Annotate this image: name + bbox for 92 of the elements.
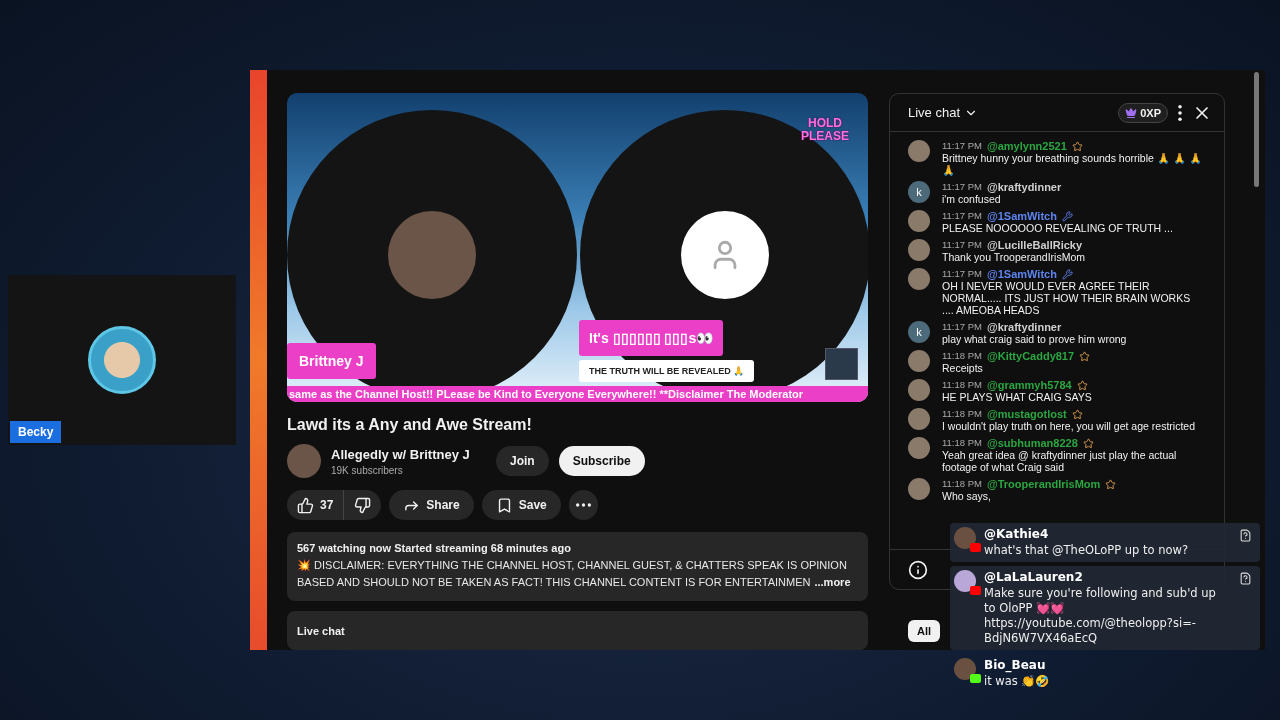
platform-badge-icon xyxy=(970,586,981,595)
message-time: 11:18 PM xyxy=(942,478,982,490)
host-name-tag: Brittney J xyxy=(287,343,376,379)
message-author[interactable]: @1SamWitch xyxy=(986,210,1057,222)
user-avatar xyxy=(908,437,930,459)
overlay-author: Bio_Beau xyxy=(984,658,1047,672)
message-time: 11:18 PM xyxy=(942,437,982,449)
thumbs-up-icon xyxy=(297,496,314,514)
message-time: 11:17 PM xyxy=(942,140,982,152)
question-icon[interactable] xyxy=(1239,572,1252,585)
user-avatar xyxy=(908,408,930,430)
message-time: 11:17 PM xyxy=(942,268,982,280)
message-text: Thank you TrooperandIrisMom xyxy=(942,251,1086,263)
wrench-icon xyxy=(1061,210,1073,222)
video-title: Lawd its a Any and Awe Stream! xyxy=(287,416,533,435)
message-time: 11:18 PM xyxy=(942,408,982,420)
description-text: 💥 DISCLAIMER: EVERYTHING THE CHANNEL HOST, CHANNEL GUEST, & CHATTERS SPEAK IS OPINION BASED AND SHOULD NOT BE TAKEN AS FACT! THIS CHANNEL CONTENT IS FOR ENTERTAINMEN ...more xyxy=(297,558,852,591)
save-button[interactable]: Save xyxy=(481,490,561,521)
message-time: 11:17 PM xyxy=(942,210,982,222)
channel-name[interactable]: Allegedly w/ Brittney J xyxy=(331,446,486,462)
caption-tag: THE TRUTH WILL BE REVEALED 🙏 xyxy=(579,360,755,382)
message-text: Brittney hunny your breathing sounds horrible 🙏 🙏 🙏 🙏 xyxy=(942,152,1203,176)
menu-button[interactable] xyxy=(1178,104,1182,121)
user-avatar: k xyxy=(908,181,930,203)
message-text: OH I NEVER WOULD EVER AGREE THEIR NORMAL..... ITS JUST HOW THEIR BRAIN WORKS .... AMEOBA HEADS xyxy=(942,280,1192,316)
wrench-icon xyxy=(1061,268,1073,280)
news-ticker: same as the Channel Host!! PLease be Kind to Everyone Everywhere!! **Disclaimer The Moderator xyxy=(287,386,868,403)
message-author[interactable]: @grammyh5784 xyxy=(986,379,1072,391)
message-author[interactable]: @subhuman8228 xyxy=(986,437,1078,449)
scrollbar[interactable] xyxy=(1254,72,1259,187)
user-avatar xyxy=(908,210,930,232)
share-button[interactable]: Share xyxy=(389,490,474,521)
message-author[interactable]: @TrooperandIrisMom xyxy=(986,478,1101,490)
message-author[interactable]: @1SamWitch xyxy=(986,268,1057,280)
participant-name: Becky xyxy=(10,421,62,443)
crown-icon xyxy=(1125,106,1138,119)
more-button[interactable] xyxy=(568,490,598,521)
message-time: 11:17 PM xyxy=(942,321,982,333)
user-avatar: k xyxy=(908,321,930,343)
message-text: HE PLAYS WHAT CRAIG SAYS xyxy=(942,391,1093,403)
platform-badge-icon xyxy=(970,543,981,552)
user-avatar xyxy=(908,379,930,401)
message-time: 11:17 PM xyxy=(942,239,982,251)
message-time: 11:17 PM xyxy=(942,181,982,193)
message-time: 11:18 PM xyxy=(942,379,982,391)
user-avatar xyxy=(908,350,930,372)
message-text: play what craig said to prove him wrong xyxy=(942,333,1128,345)
logo-thumbnail xyxy=(825,348,858,381)
platform-badge-icon xyxy=(970,674,981,683)
join-button[interactable]: Join xyxy=(496,446,549,477)
hold-text: HOLD PLEASE xyxy=(800,117,850,143)
overlay-author: @LaLaLauren2 xyxy=(984,570,1084,584)
thumbs-down-icon xyxy=(354,496,372,514)
message-text: PLEASE NOOOOOO REVEALING OF TRUTH ... xyxy=(942,222,1174,234)
more-link[interactable]: ...more xyxy=(814,576,851,589)
more-icon xyxy=(575,503,591,508)
message-author[interactable]: @amylynn2521 xyxy=(986,140,1067,152)
user-avatar xyxy=(908,140,930,162)
user-avatar xyxy=(908,478,930,500)
subscribe-button[interactable]: Subscribe xyxy=(558,446,645,477)
menu-icon xyxy=(1178,104,1182,121)
message-author[interactable]: @LucilleBallRicky xyxy=(986,239,1083,251)
channel-avatar[interactable] xyxy=(287,444,321,479)
message-author[interactable]: @KittyCaddy817 xyxy=(986,350,1075,362)
xp-button[interactable]: 0XP xyxy=(1118,102,1168,123)
stream-stats: 567 watching now Started streaming 68 minutes ago xyxy=(297,542,572,555)
overlay-text: Make sure you're following and sub'd up to OloPP 💓💓 https://youtube.com/@theolopp?si=-BdjN6W7VX46aEcQ xyxy=(984,586,1217,646)
user-avatar xyxy=(908,268,930,290)
message-time: 11:18 PM xyxy=(942,350,982,362)
overlay-author: @Kathie4 xyxy=(984,527,1050,541)
message-author[interactable]: @kraftydinner xyxy=(986,181,1062,193)
message-text: Who says, xyxy=(942,490,992,502)
description-box[interactable] xyxy=(287,532,868,602)
filter-chip[interactable]: All xyxy=(908,620,941,642)
chat-mode-dropdown[interactable]: Live chat xyxy=(908,105,979,120)
message-author[interactable]: @kraftydinner xyxy=(986,321,1062,333)
message-author[interactable]: @mustagotlost xyxy=(986,408,1067,420)
guest-tag: It's ▯▯▯▯▯▯ ▯▯▯s👀 xyxy=(579,320,724,356)
question-icon[interactable] xyxy=(1239,529,1252,542)
live-chat-label: Live chat xyxy=(297,625,345,638)
subscriber-count: 19K subscribers xyxy=(331,464,404,476)
message-text: Yeah great idea @ kraftydinner just play the actual footage of what Craig said xyxy=(942,449,1178,473)
overlay-text: it was 👏🤣 xyxy=(984,674,1050,689)
info-icon[interactable] xyxy=(908,559,928,580)
message-text: I wouldn't play truth on here, you will get age restricted xyxy=(942,420,1196,432)
message-text: Receipts xyxy=(942,362,984,374)
overlay-text: what's that @TheOLoPP up to now? xyxy=(984,543,1189,558)
user-avatar xyxy=(908,239,930,261)
like-button[interactable]: 37 xyxy=(287,490,345,521)
live-chat-bar[interactable]: Live chat xyxy=(287,611,868,650)
video-player[interactable]: HOLD PLEASE Brittney J It's ▯▯▯▯▯▯ ▯▯▯s👀 THE TRUTH WILL BE REVEALED 🙏 same as the Channel Host!! PLease be Kind to Everyone Everywhere!! **Disclaimer The Moderator xyxy=(287,93,868,403)
message-text: i'm confused xyxy=(942,193,1002,205)
